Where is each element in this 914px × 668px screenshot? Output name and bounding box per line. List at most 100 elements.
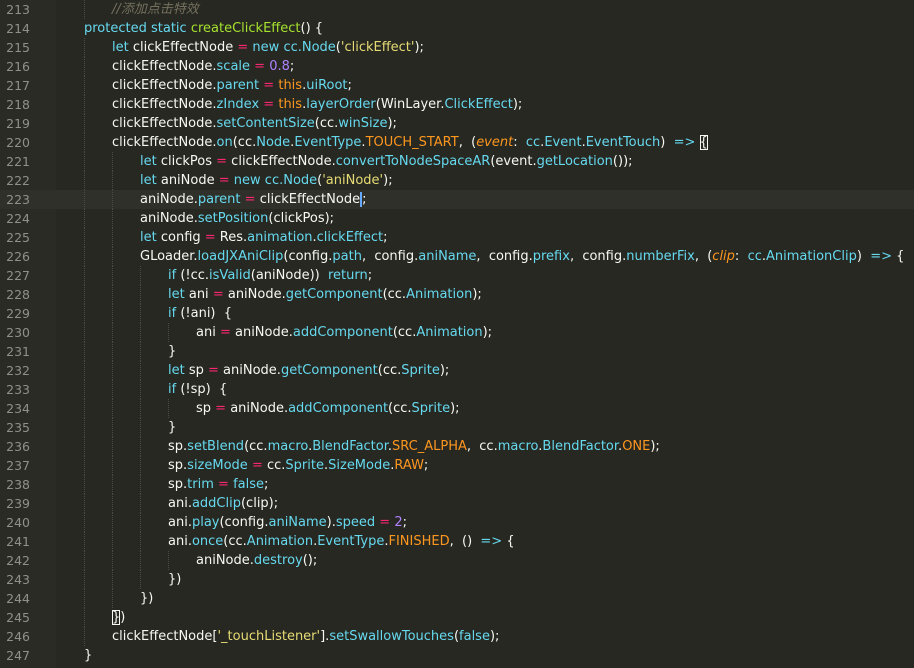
code-line[interactable]: 233 if (!sp) { (0, 380, 914, 399)
code-token: cc.Node (283, 40, 336, 55)
code-text: clickEffectNode.zIndex = this.layerOrder… (112, 95, 522, 114)
indent-guide (84, 209, 85, 228)
code-line[interactable]: 237 sp.sizeMode = cc.Sprite.SizeMode.RAW; (0, 456, 914, 475)
line-number: 232 (6, 363, 30, 378)
code-line[interactable]: 225 let config = Res.animation.clickEffec… (0, 228, 914, 247)
code-line[interactable]: 222 let aniNode = new cc.Node('aniNode'); (0, 171, 914, 190)
code-token: addClip (191, 496, 241, 511)
code-line[interactable]: 220 clickEffectNode.on(cc.Node.EventType.… (0, 133, 914, 152)
indent-guide (168, 323, 169, 342)
code-token: aniNode. (230, 325, 293, 340)
indent-guide (112, 456, 113, 475)
line-number: 214 (6, 21, 30, 36)
code-token: aniName (418, 249, 477, 264)
code-line[interactable]: 231} (0, 342, 914, 361)
code-text: let ani = aniNode.getComponent(cc.Animat… (168, 285, 482, 304)
code-token: setSwallowTouches (329, 629, 454, 644)
code-token: ani (196, 325, 220, 340)
line-number: 227 (6, 268, 30, 283)
code-token: => (673, 135, 696, 150)
code-text: aniNode.destroy(); (196, 551, 317, 570)
code-line[interactable]: 226 GLoader.loadJXAniClip(config.path, co… (0, 247, 914, 266)
code-line[interactable]: 230 ani = aniNode.addComponent(cc.Animati… (0, 323, 914, 342)
indent-guide (84, 380, 85, 399)
code-token: sp (196, 401, 216, 416)
code-line[interactable]: 219 clickEffectNode.setContentSize(cc.win… (0, 114, 914, 133)
code-token: => (480, 534, 503, 549)
code-line[interactable]: 246 clickEffectNode['_touchListener'].set… (0, 627, 914, 646)
code-token: Event (544, 135, 582, 150)
code-text: sp.setBlend(cc.macro.BlendFactor.SRC_ALP… (168, 437, 660, 456)
code-line[interactable]: 221 let clickPos = clickEffectNode.conver… (0, 152, 914, 171)
code-line[interactable]: 232 let sp = aniNode.getComponent(cc.Spri… (0, 361, 914, 380)
code-token: EventType (317, 534, 385, 549)
code-line[interactable]: 235} (0, 418, 914, 437)
code-line[interactable]: 223 aniNode.parent = clickEffectNode; (0, 190, 914, 209)
code-line[interactable]: 216 clickEffectNode.scale = 0.8; (0, 57, 914, 76)
code-token: aniNode (156, 173, 219, 188)
indent-guide (112, 266, 113, 285)
code-text: clickEffectNode['_touchListener'].setSwa… (112, 627, 499, 646)
code-text: let clickPos = clickEffectNode.convertTo… (140, 152, 633, 171)
code-token: ); (383, 173, 393, 188)
code-line[interactable]: 228 let ani = aniNode.getComponent(cc.Ani… (0, 285, 914, 304)
code-editor[interactable]: 213 //添加点击特效 214 protected static createCli… (0, 0, 914, 668)
code-line[interactable]: 215 let clickEffectNode = new cc.Node('cl… (0, 38, 914, 57)
code-token: ; (347, 78, 352, 93)
line-number: 215 (6, 40, 30, 55)
code-token: = (263, 78, 275, 93)
code-line[interactable]: 236 sp.setBlend(cc.macro.BlendFactor.SRC_… (0, 437, 914, 456)
line-number: 216 (6, 59, 30, 74)
code-text: ani = aniNode.addComponent(cc.Animation)… (196, 323, 492, 342)
indent-guide (112, 342, 113, 361)
indent-guide (112, 228, 113, 247)
line-number: 234 (6, 401, 30, 416)
code-token: = (254, 59, 266, 74)
code-token: scale (216, 59, 251, 74)
code-line[interactable]: 245}) (0, 608, 914, 627)
code-line[interactable]: 240 ani.play(config.aniName).speed = 2; (0, 513, 914, 532)
code-token: = (219, 325, 231, 340)
code-token: ()); (612, 154, 633, 169)
line-number: 247 (6, 648, 30, 663)
code-token: }) (140, 591, 154, 606)
code-line[interactable]: 229 if (!ani) { (0, 304, 914, 323)
code-line[interactable]: 247} (0, 646, 914, 665)
code-line[interactable]: 241 ani.once(cc.Animation.EventType.FINIS… (0, 532, 914, 551)
code-line[interactable]: 217 clickEffectNode.parent = this.uiRoot; (0, 76, 914, 95)
code-token: aniNode. (140, 192, 198, 207)
code-token: = (212, 287, 224, 302)
line-number: 239 (6, 496, 30, 511)
indent-guide (112, 152, 113, 171)
code-line[interactable]: 227 if (!cc.isValid(aniNode)) return; (0, 266, 914, 285)
code-token: ); (450, 401, 460, 416)
code-token: cc.Node (264, 173, 318, 188)
code-token: = (204, 230, 216, 245)
code-line[interactable]: 213 //添加点击特效 (0, 0, 914, 19)
code-token: : (734, 249, 748, 264)
line-number: 226 (6, 249, 30, 264)
line-number: 220 (6, 135, 30, 150)
code-line[interactable]: 244}) (0, 589, 914, 608)
code-line[interactable]: 214 protected static createClickEffect() … (0, 19, 914, 38)
code-line[interactable]: 242 aniNode.destroy(); (0, 551, 914, 570)
code-line[interactable]: 238 sp.trim = false; (0, 475, 914, 494)
indent-guide (84, 456, 85, 475)
line-number: 221 (6, 154, 30, 169)
code-line[interactable]: 243}) (0, 570, 914, 589)
code-token: () { (300, 21, 324, 36)
code-line[interactable]: 224 aniNode.setPosition(clickPos); (0, 209, 914, 228)
code-text: }) (112, 608, 125, 627)
indent-guide (140, 266, 141, 285)
code-token: loadJXAniClip (197, 249, 284, 264)
line-number: 231 (6, 344, 30, 359)
code-text: //添加点击特效 (112, 0, 199, 19)
indent-guide (140, 361, 141, 380)
indent-guide (112, 589, 113, 608)
code-line[interactable]: 218 clickEffectNode.zIndex = this.layerOr… (0, 95, 914, 114)
code-line[interactable]: 239 ani.addClip(clip); (0, 494, 914, 513)
code-token: 'aniNode' (322, 173, 384, 188)
code-token: , () (449, 534, 481, 549)
indent-guide (84, 76, 85, 95)
code-line[interactable]: 234 sp = aniNode.addComponent(cc.Sprite); (0, 399, 914, 418)
